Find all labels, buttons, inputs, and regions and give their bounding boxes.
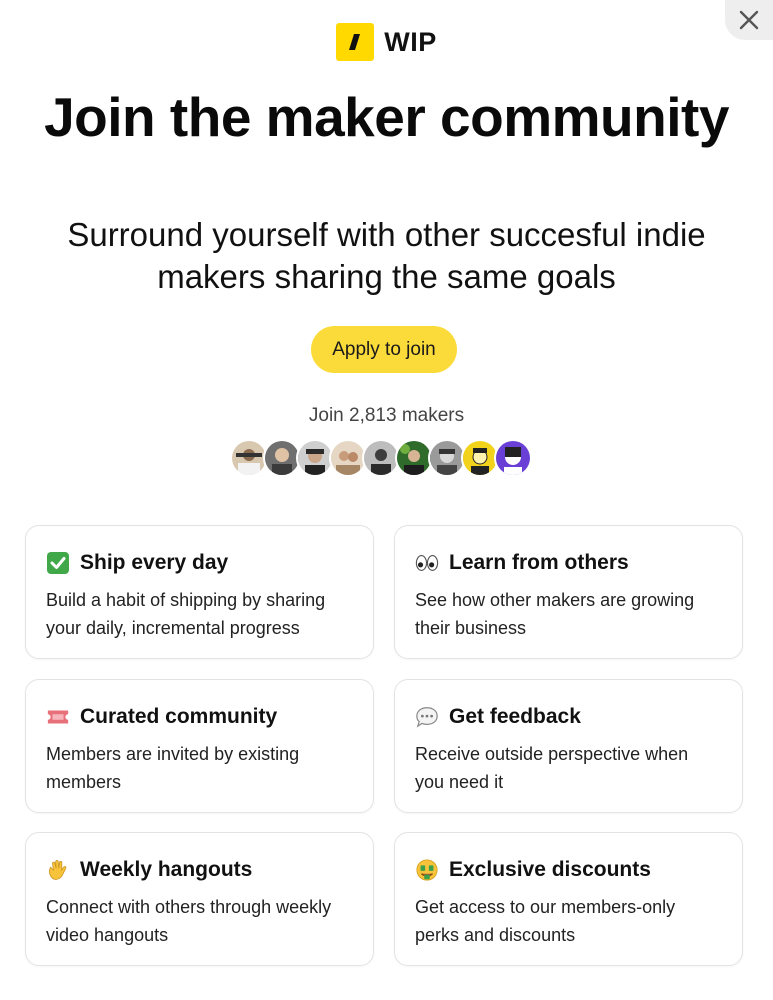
waving-hand-icon bbox=[46, 858, 70, 882]
brand-logo[interactable]: WIP bbox=[0, 23, 773, 61]
feature-description: Connect with others through weekly video… bbox=[46, 897, 332, 945]
feature-card-curated-community: Curated community Members are invited by… bbox=[25, 679, 374, 813]
money-face-icon bbox=[415, 858, 439, 882]
feature-title: Exclusive discounts bbox=[449, 858, 651, 881]
feature-description: Get access to our members-only perks and… bbox=[415, 897, 676, 945]
feature-title: Get feedback bbox=[449, 705, 581, 728]
feature-description: Members are invited by existing members bbox=[46, 744, 300, 792]
apply-to-join-button[interactable]: Apply to join bbox=[311, 326, 457, 373]
feature-card-ship-every-day: Ship every day Build a habit of shipping… bbox=[25, 525, 374, 659]
feature-card-learn-from-others: Learn from others See how other makers a… bbox=[394, 525, 743, 659]
check-mark-icon bbox=[46, 551, 70, 575]
speech-bubble-icon bbox=[415, 705, 439, 729]
brand-name: WIP bbox=[384, 26, 437, 57]
feature-title: Learn from others bbox=[449, 551, 629, 574]
makers-count: Join 2,813 makers bbox=[308, 405, 465, 426]
feature-description: Receive outside perspective when you nee… bbox=[415, 744, 689, 792]
feature-card-exclusive-discounts: Exclusive discounts Get access to our me… bbox=[394, 832, 743, 966]
feature-card-get-feedback: Get feedback Receive outside perspective… bbox=[394, 679, 743, 813]
member-avatars bbox=[230, 439, 532, 477]
feature-card-weekly-hangouts: Weekly hangouts Connect with others thro… bbox=[25, 832, 374, 966]
feature-title: Weekly hangouts bbox=[80, 858, 253, 881]
feature-title: Ship every day bbox=[80, 551, 229, 574]
eyes-icon bbox=[415, 551, 439, 575]
wip-logo-icon bbox=[336, 23, 375, 61]
feature-description: See how other makers are growing their b… bbox=[415, 590, 695, 638]
feature-title: Curated community bbox=[80, 705, 278, 728]
page-title: Join the maker community bbox=[44, 86, 729, 148]
page-subtitle: Surround yourself with other succesful i… bbox=[67, 216, 706, 295]
feature-description: Build a habit of shipping by sharing you… bbox=[46, 590, 326, 638]
ticket-icon bbox=[46, 705, 70, 729]
avatar bbox=[494, 439, 532, 477]
